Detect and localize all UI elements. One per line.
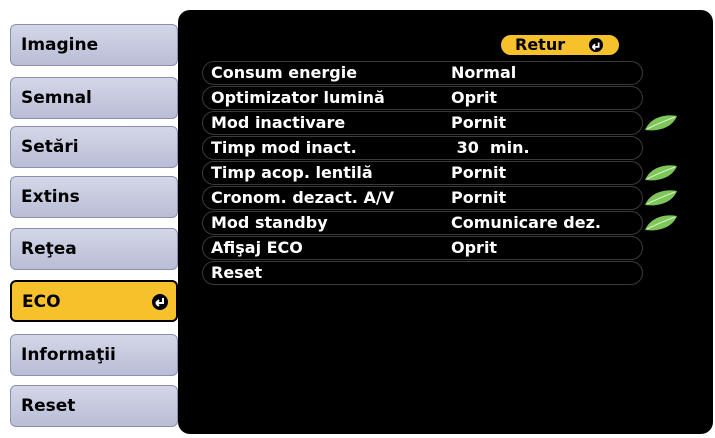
sidebar-item-label: Reset — [21, 396, 76, 416]
setting-value: Oprit — [451, 88, 498, 107]
setting-label: Timp mod inact. — [211, 138, 357, 157]
eco-leaf-icon — [645, 165, 677, 181]
setting-value: Pornit — [451, 163, 507, 182]
setting-value: Oprit — [451, 238, 498, 257]
setting-value: 30 min. — [451, 138, 530, 157]
sidebar-item-reset[interactable]: Reset — [10, 385, 178, 427]
sidebar-item-extins[interactable]: Extins — [10, 176, 178, 218]
setting-label: Reset — [211, 263, 263, 282]
eco-settings-panel: Retur Consum energie Normal Optimizator … — [178, 10, 713, 434]
projector-menu: Imagine Semnal Setări Extins Reţea ECO I… — [2, 4, 713, 434]
setting-value: Pornit — [451, 113, 507, 132]
back-button[interactable]: Retur — [500, 34, 620, 56]
setting-row-consum-energie[interactable]: Consum energie Normal — [202, 61, 643, 85]
setting-row-optimizator-lumina[interactable]: Optimizator lumină Oprit — [202, 86, 643, 110]
sidebar-item-label: ECO — [22, 292, 61, 312]
setting-label: Timp acop. lentilă — [211, 163, 373, 182]
sidebar-item-label: Extins — [21, 187, 80, 207]
eco-leaf-icon — [645, 115, 677, 131]
sidebar-item-eco[interactable]: ECO — [10, 280, 178, 322]
eco-leaf-icon — [645, 215, 677, 231]
setting-row-afisaj-eco[interactable]: Afişaj ECO Oprit — [202, 236, 643, 260]
sidebar-item-informatii[interactable]: Informaţii — [10, 334, 178, 376]
setting-value: Pornit — [451, 188, 507, 207]
setting-label: Mod inactivare — [211, 113, 346, 132]
enter-icon — [589, 38, 603, 52]
setting-row-cronom-dezact-av[interactable]: Cronom. dezact. A/V Pornit — [202, 186, 643, 210]
setting-row-timp-mod-inact[interactable]: Timp mod inact. 30 min. — [202, 136, 643, 160]
sidebar-item-retea[interactable]: Reţea — [10, 228, 178, 270]
setting-label: Consum energie — [211, 63, 358, 82]
setting-value: Comunicare dez. — [451, 213, 601, 232]
setting-row-mod-inactivare[interactable]: Mod inactivare Pornit — [202, 111, 643, 135]
sidebar-item-imagine[interactable]: Imagine — [10, 24, 178, 66]
setting-row-timp-acop-lentila[interactable]: Timp acop. lentilă Pornit — [202, 161, 643, 185]
setting-label: Mod standby — [211, 213, 328, 232]
enter-icon — [152, 294, 168, 310]
setting-row-reset[interactable]: Reset — [202, 261, 643, 285]
setting-label: Cronom. dezact. A/V — [211, 188, 395, 207]
setting-label: Optimizator lumină — [211, 88, 385, 107]
back-button-label: Retur — [515, 35, 566, 54]
setting-value: Normal — [451, 63, 517, 82]
sidebar-item-label: Setări — [21, 137, 79, 157]
sidebar-item-label: Reţea — [21, 239, 77, 259]
sidebar-item-semnal[interactable]: Semnal — [10, 77, 178, 119]
sidebar-item-label: Informaţii — [21, 345, 116, 365]
sidebar-item-setari[interactable]: Setări — [10, 126, 178, 168]
setting-row-mod-standby[interactable]: Mod standby Comunicare dez. — [202, 211, 643, 235]
setting-label: Afişaj ECO — [211, 238, 303, 257]
sidebar: Imagine Semnal Setări Extins Reţea ECO I… — [2, 4, 192, 434]
sidebar-item-label: Semnal — [21, 88, 92, 108]
sidebar-item-label: Imagine — [21, 35, 99, 55]
eco-leaf-icon — [645, 190, 677, 206]
